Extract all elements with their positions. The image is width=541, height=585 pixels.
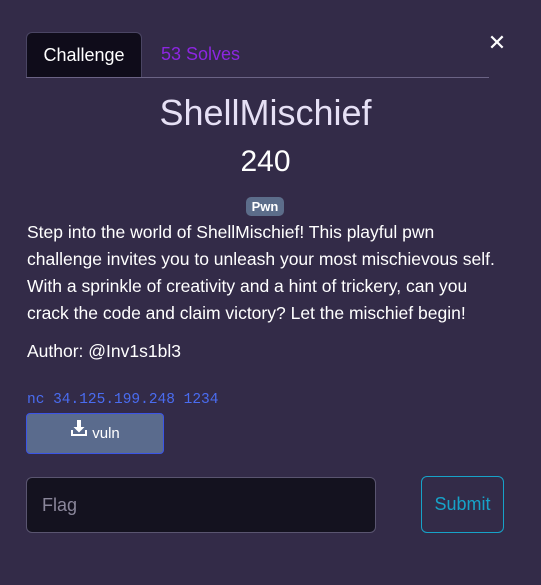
submit-button[interactable]: Submit (421, 476, 504, 533)
challenge-name: ShellMischief (159, 92, 372, 133)
connection-info: nc 34.125.199.248 1234 (27, 392, 219, 408)
file-download-button[interactable]: vuln (26, 413, 164, 454)
challenge-value: 240 (240, 145, 291, 178)
challenge-modal: ✕ Challenge 53 Solves ShellMischief 240 … (0, 0, 541, 585)
file-download-label: vuln (92, 425, 120, 442)
tab-bar: Challenge 53 Solves (26, 32, 489, 78)
download-icon (70, 413, 88, 452)
challenge-description: Step into the world of ShellMischief! Th… (27, 222, 495, 323)
tab-solves[interactable]: 53 Solves (161, 32, 240, 77)
tab-challenge[interactable]: Challenge (26, 32, 142, 77)
flag-input[interactable] (26, 477, 376, 533)
challenge-author: Author: @Inv1s1bl3 (27, 341, 181, 361)
category-badge: Pwn (246, 197, 284, 216)
